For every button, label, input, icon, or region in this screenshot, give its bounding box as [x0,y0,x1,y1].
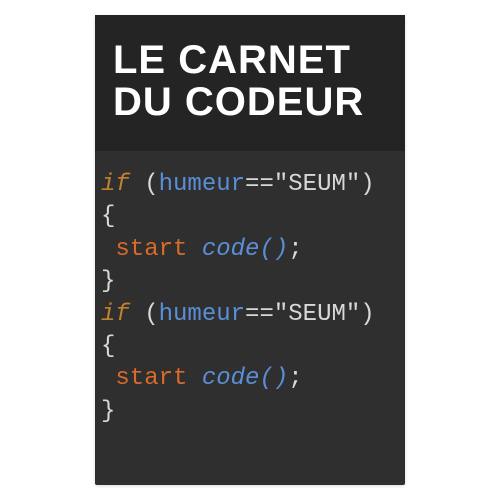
semicolon: ; [288,236,302,263]
code-line: } [101,266,401,298]
code-line: start code(); [101,363,401,395]
title-line-1: LE CARNET [113,39,387,81]
keyword-if: if [101,301,130,328]
brace-close: } [101,398,115,425]
paren-open: ( [130,301,159,328]
indent [101,236,115,263]
fn-code: code() [202,365,288,392]
paren-open: ( [130,171,159,198]
space [187,236,201,263]
code-line: { [101,331,401,363]
brace-open: { [101,203,115,230]
paren-close: ) [360,171,374,198]
code-line: start code(); [101,234,401,266]
notebook-cover: LE CARNET DU CODEUR if (humeur=="SEUM") … [95,15,405,485]
fn-code: code() [202,236,288,263]
indent [101,365,115,392]
code-line: { [101,201,401,233]
string-literal: "SEUM" [274,171,360,198]
keyword-if: if [101,171,130,198]
title-line-2: DU CODEUR [113,81,387,123]
string-literal: "SEUM" [274,301,360,328]
code-block: if (humeur=="SEUM") { start code(); } if… [95,151,405,485]
brace-close: } [101,268,115,295]
cover-header: LE CARNET DU CODEUR [95,15,405,151]
paren-close: ) [360,301,374,328]
code-line: } [101,396,401,428]
code-line: if (humeur=="SEUM") [101,169,401,201]
semicolon: ; [288,365,302,392]
identifier-humeur: humeur [159,301,245,328]
keyword-start: start [115,236,187,263]
brace-open: { [101,333,115,360]
code-line: if (humeur=="SEUM") [101,299,401,331]
operator-eq: == [245,171,274,198]
operator-eq: == [245,301,274,328]
space [187,365,201,392]
keyword-start: start [115,365,187,392]
identifier-humeur: humeur [159,171,245,198]
